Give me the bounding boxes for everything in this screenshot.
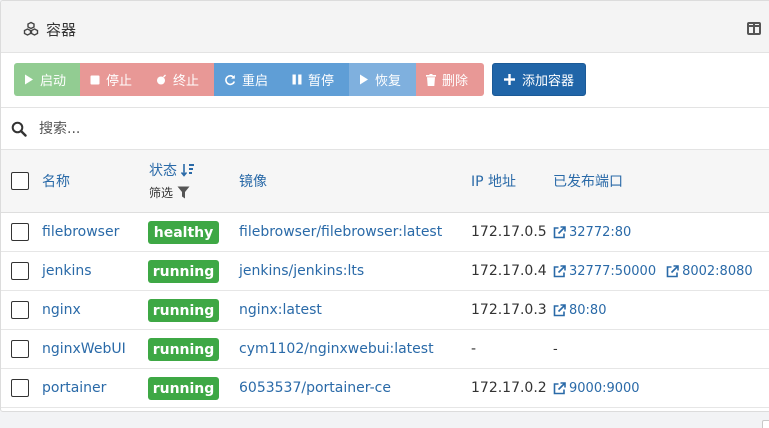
status-badge: running xyxy=(148,377,219,400)
container-name-link[interactable]: nginxWebUI xyxy=(42,341,126,357)
column-name[interactable]: 名称 xyxy=(42,171,70,191)
port-link[interactable]: 32777:50000 xyxy=(553,264,656,279)
port-link[interactable]: 80:80 xyxy=(553,303,606,318)
add-container-label: 添加容器 xyxy=(522,74,575,89)
image-link[interactable]: filebrowser/filebrowser:latest xyxy=(239,224,442,240)
row-checkbox[interactable] xyxy=(11,262,29,280)
external-link-icon xyxy=(553,382,566,395)
resume-label: 恢复 xyxy=(375,74,402,89)
stop-icon xyxy=(90,75,100,84)
table-row: filebrowser healthy filebrowser/filebrow… xyxy=(1,213,769,252)
resume-button[interactable]: 恢复 xyxy=(349,63,416,96)
cubes-icon xyxy=(23,21,39,36)
table-row: nginx running nginx:latest 172.17.0.3 80… xyxy=(1,291,769,330)
row-checkbox[interactable] xyxy=(11,340,29,358)
refresh-icon xyxy=(225,74,236,85)
external-link-icon xyxy=(553,304,566,317)
pause-icon xyxy=(292,74,302,85)
status-badge: healthy xyxy=(148,221,219,244)
select-all-checkbox[interactable] xyxy=(11,172,29,190)
row-checkbox[interactable] xyxy=(11,223,29,241)
status-badge: running xyxy=(148,338,219,361)
trash-icon xyxy=(426,73,436,86)
column-state-label: 状态 xyxy=(149,163,177,179)
containers-panel: 容器 启动 停止 终止 重启 暂停 恢复 删除 添加容器 搜索... 名称 状态… xyxy=(0,0,769,412)
ip-address: 172.17.0.5 xyxy=(471,224,547,240)
column-ports[interactable]: 已发布端口 xyxy=(553,171,623,191)
port-link[interactable]: 8002:8080 xyxy=(666,264,753,279)
search-bar xyxy=(1,107,769,150)
port-label: 8002:8080 xyxy=(682,264,753,279)
bomb-icon xyxy=(157,74,166,85)
panel-header: 容器 xyxy=(1,1,769,53)
column-image[interactable]: 镜像 xyxy=(239,171,267,191)
table-row: jenkins running jenkins/jenkins:lts 172.… xyxy=(1,252,769,291)
container-toolbar: 启动 停止 终止 重启 暂停 恢复 删除 xyxy=(14,63,484,96)
table-row: nginxWebUI running cym1102/nginxwebui:la… xyxy=(1,330,769,369)
column-state[interactable]: 状态 xyxy=(149,160,195,180)
ip-address: - xyxy=(471,341,477,357)
sort-icon xyxy=(181,164,195,177)
external-link-icon xyxy=(666,265,679,278)
port-label: 32772:80 xyxy=(569,225,632,240)
port-link[interactable]: 32772:80 xyxy=(553,225,631,240)
external-link-icon xyxy=(553,226,566,239)
port-label: 32777:50000 xyxy=(569,264,657,279)
port-link[interactable]: 9000:9000 xyxy=(553,381,640,396)
published-ports: 32777:50000 8002:8080 xyxy=(553,264,753,279)
image-link[interactable]: cym1102/nginxwebui:latest xyxy=(239,341,434,357)
container-name-link[interactable]: portainer xyxy=(42,380,106,396)
published-ports: 32772:80 xyxy=(553,225,631,240)
table-row: portainer running 6053537/portainer-ce 1… xyxy=(1,369,769,408)
table-header: 名称 状态 筛选 镜像 IP 地址 已发布端口 xyxy=(1,150,769,213)
kill-label: 终止 xyxy=(173,74,200,89)
play-icon xyxy=(360,74,368,85)
row-checkbox[interactable] xyxy=(11,301,29,319)
published-ports: - xyxy=(553,342,558,357)
status-badge: running xyxy=(148,299,219,322)
port-label: 9000:9000 xyxy=(569,381,640,396)
ip-address: 172.17.0.3 xyxy=(471,302,547,318)
filter-control[interactable]: 筛选 xyxy=(149,184,190,201)
filter-label: 筛选 xyxy=(149,186,174,200)
row-checkbox[interactable] xyxy=(11,379,29,397)
panel-title: 容器 xyxy=(46,21,77,39)
port-label: 80:80 xyxy=(569,303,607,318)
stop-button[interactable]: 停止 xyxy=(80,63,146,96)
published-ports: 9000:9000 xyxy=(553,381,640,396)
columns-icon[interactable] xyxy=(747,22,761,35)
filter-icon xyxy=(177,186,190,199)
footer-select-box[interactable] xyxy=(762,420,769,428)
search-input[interactable] xyxy=(39,117,439,141)
stop-label: 停止 xyxy=(106,74,133,89)
ip-address: 172.17.0.4 xyxy=(471,263,547,279)
image-link[interactable]: nginx:latest xyxy=(239,302,322,318)
remove-label: 删除 xyxy=(442,74,469,89)
column-ip[interactable]: IP 地址 xyxy=(471,171,516,191)
search-icon xyxy=(11,121,27,137)
kill-button[interactable]: 终止 xyxy=(146,63,214,96)
restart-button[interactable]: 重启 xyxy=(214,63,282,96)
pause-label: 暂停 xyxy=(308,74,335,89)
play-icon xyxy=(25,74,33,85)
ip-address: 172.17.0.2 xyxy=(471,380,547,396)
start-button[interactable]: 启动 xyxy=(14,63,80,96)
pause-button[interactable]: 暂停 xyxy=(282,63,349,96)
add-container-button[interactable]: 添加容器 xyxy=(492,63,586,96)
image-link[interactable]: 6053537/portainer-ce xyxy=(239,380,391,396)
start-label: 启动 xyxy=(40,74,67,89)
status-badge: running xyxy=(148,260,219,283)
plus-icon xyxy=(504,74,515,85)
container-name-link[interactable]: jenkins xyxy=(42,263,92,279)
published-ports: 80:80 xyxy=(553,303,606,318)
external-link-icon xyxy=(553,265,566,278)
restart-label: 重启 xyxy=(242,74,269,89)
remove-button[interactable]: 删除 xyxy=(416,63,484,96)
image-link[interactable]: jenkins/jenkins:lts xyxy=(239,263,364,279)
container-name-link[interactable]: filebrowser xyxy=(42,224,119,240)
container-name-link[interactable]: nginx xyxy=(42,302,81,318)
